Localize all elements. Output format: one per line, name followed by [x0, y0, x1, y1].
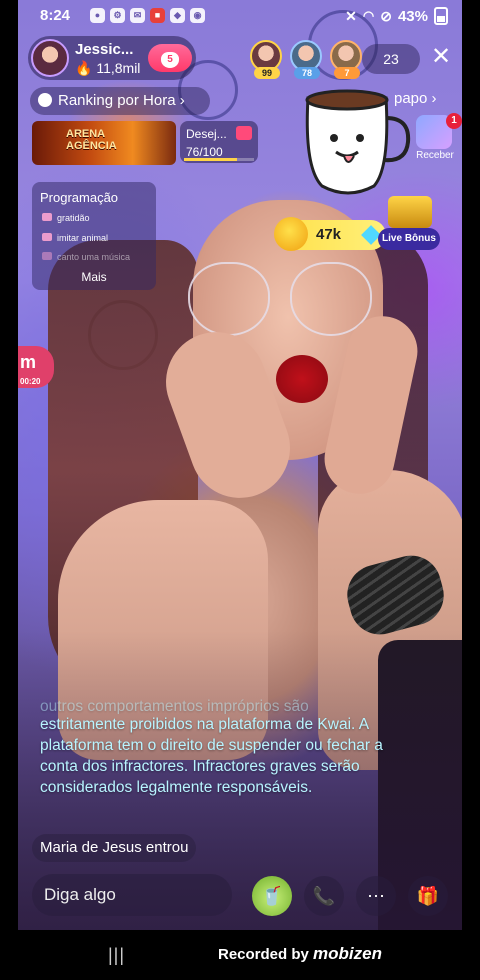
notification-badge: 1: [446, 113, 462, 129]
item-icon: [42, 252, 52, 260]
heart-icon: 5: [161, 52, 179, 68]
coins-value: 47k: [316, 226, 342, 243]
gift-icon: [236, 126, 252, 140]
gift-icon[interactable]: 🎁: [408, 876, 448, 916]
item-icon: [42, 233, 52, 241]
settings-icon: ⚙: [110, 8, 125, 23]
ranking-button[interactable]: Ranking por Hora ›: [30, 87, 210, 115]
recording-watermark: Recorded by mobizen: [218, 944, 382, 964]
camera-icon: ◉: [190, 8, 205, 23]
schedule-item: imitar animal: [42, 233, 108, 243]
status-right: ✕ ◠ ⊘ 43%: [345, 7, 448, 25]
viewer-avatar[interactable]: 7: [330, 40, 362, 79]
follow-button[interactable]: 5: [148, 44, 192, 72]
host-likes: 🔥 11,8mil: [75, 60, 140, 77]
schedule-item: gratidão: [42, 213, 90, 223]
status-notification-icons: ● ⚙ ✉ ■ ◆ ◉: [90, 8, 205, 23]
arena-agencia-banner[interactable]: ARENA AGÊNCIA: [32, 121, 176, 165]
mail-icon: ✉: [130, 8, 145, 23]
join-message: Maria de Jesus entrou: [32, 834, 197, 862]
schedule-title: Programação: [40, 190, 119, 205]
host-likes-count: 11,8mil: [96, 60, 141, 76]
schedule-panel[interactable]: Programação gratidão imitar animal canto…: [32, 182, 156, 290]
side-logo-text: m: [20, 352, 37, 372]
host-name: Jessic...: [75, 41, 134, 58]
clock-icon: [38, 93, 52, 107]
viewer-count[interactable]: 23: [362, 44, 420, 74]
live-stream-screen: 8:24 ● ⚙ ✉ ■ ◆ ◉ ✕ ◠ ⊘ 43% Jessic... 🔥 1…: [18, 0, 462, 930]
status-bar: 8:24 ● ⚙ ✉ ■ ◆ ◉ ✕ ◠ ⊘ 43%: [18, 0, 462, 30]
arena-line1: ARENA: [66, 128, 106, 140]
battery-icon: [434, 7, 448, 25]
host-profile[interactable]: Jessic... 🔥 11,8mil 5: [28, 36, 196, 80]
viewer-level: 7: [334, 67, 360, 79]
cup-gift-icon[interactable]: 🥤: [252, 876, 292, 916]
host-avatar[interactable]: [31, 39, 69, 77]
side-logo-timer: 00:20: [20, 377, 41, 386]
wish-progress-fill: [184, 158, 238, 161]
side-logo[interactable]: m 00:20: [18, 346, 54, 388]
platform-notice: outros comportamentos impróprios são est…: [40, 696, 390, 798]
app-icon: ■: [150, 8, 165, 23]
recorded-by-label: Recorded by: [218, 946, 309, 963]
viewer-avatar[interactable]: 78: [290, 40, 322, 79]
chevron-right-icon: ›: [179, 92, 185, 109]
ranking-label: Ranking por Hora: [58, 92, 176, 109]
schedule-item: canto uma música: [42, 252, 130, 262]
coins-counter[interactable]: 47k: [274, 217, 386, 251]
viewer-level: 78: [294, 67, 320, 79]
comment-input[interactable]: Diga algo: [32, 874, 232, 916]
laughing-emoji-icon: [274, 217, 308, 251]
live-bonus-button[interactable]: Live Bônus: [378, 228, 440, 250]
recent-apps-button[interactable]: |||: [108, 945, 125, 966]
top-viewers: 99 78 7: [250, 40, 362, 79]
treasure-chest-icon[interactable]: [388, 196, 432, 228]
arena-line2: AGÊNCIA: [66, 140, 117, 152]
system-nav-bar: ||| Recorded by mobizen: [0, 930, 480, 980]
receive-label: Receber: [416, 150, 454, 161]
receive-reward-button[interactable]: 1 Receber: [408, 113, 462, 165]
dnd-icon: ⊘: [380, 7, 392, 24]
viewer-avatar[interactable]: 99: [250, 40, 282, 79]
notice-faded-line: outros comportamentos impróprios são: [40, 698, 309, 714]
streamer-lips: [276, 355, 328, 403]
schedule-item-label: imitar animal: [57, 233, 109, 243]
item-icon: [42, 213, 52, 221]
mute-icon: ✕: [345, 7, 357, 24]
notice-text: estritamente proibidos na plataforma de …: [40, 716, 383, 796]
more-icon[interactable]: ⋯: [356, 876, 396, 916]
schedule-item-label: gratidão: [57, 213, 90, 223]
chat-icon: ●: [90, 8, 105, 23]
wish-progress-bar: [184, 158, 254, 161]
recorder-brand: mobizen: [313, 944, 382, 963]
flame-icon: 🔥: [75, 60, 93, 76]
wish-progress: 76/100: [186, 145, 223, 159]
messenger-icon: ◆: [170, 8, 185, 23]
viewer-level: 99: [254, 67, 280, 79]
schedule-more-button[interactable]: Mais: [32, 270, 156, 284]
wifi-icon: ◠: [362, 8, 375, 23]
mug-sticker: [305, 89, 411, 195]
phone-call-icon[interactable]: 📞: [304, 876, 344, 916]
battery-percent: 43%: [397, 7, 428, 25]
chevron-right-icon: ›: [431, 90, 437, 107]
wish-label: Desej...: [186, 127, 227, 141]
status-time: 8:24: [40, 7, 71, 24]
glasses: [188, 262, 270, 336]
schedule-item-label: canto uma música: [57, 252, 131, 262]
close-icon[interactable]: ✕: [424, 40, 458, 74]
